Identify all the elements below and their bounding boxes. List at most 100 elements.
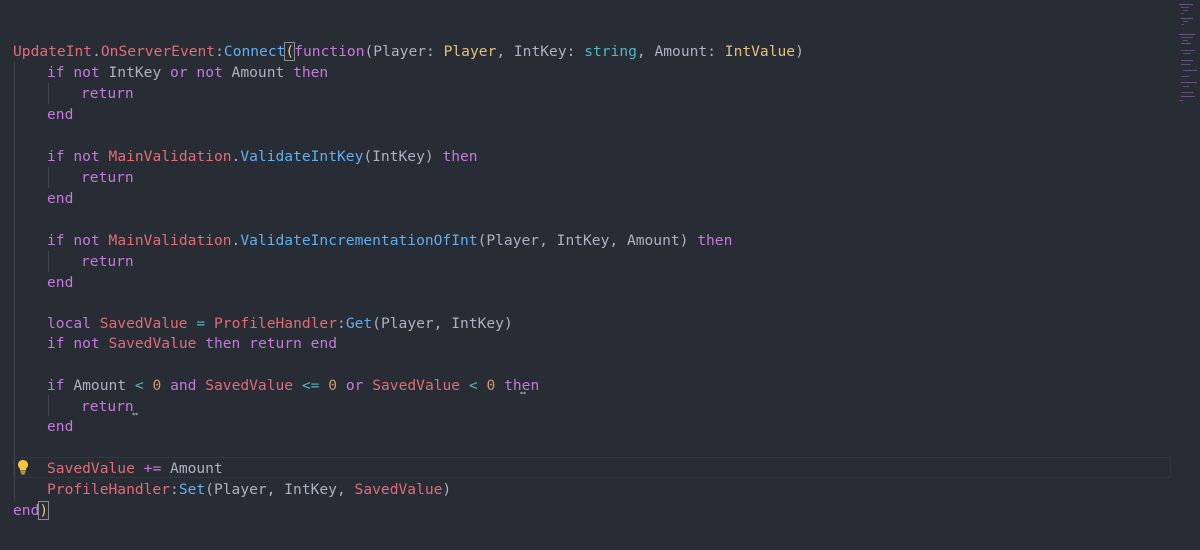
token-punct: ) [442,481,452,498]
token-operator: <= [301,377,320,394]
bracket-match: ) [38,501,50,520]
token-plain: (Player, IntKey, Amount) [477,232,698,249]
token-variable: MainValidation [108,232,232,249]
token-keyword: not [73,148,100,165]
indent-guide [48,83,49,104]
token-number: 0 [328,377,338,394]
code-line[interactable]: return [81,396,134,417]
token-punct: : [337,315,346,332]
token-keyword: end [47,190,74,207]
token-keyword: end [47,106,74,123]
token-builtin-type: string [584,43,637,60]
lint-hint-marker[interactable] [520,391,526,395]
minimap[interactable] [1176,0,1200,110]
token-operator: < [468,377,478,394]
token-function: Set [178,481,206,498]
token-function: ValidateIncrementationOfInt [240,232,478,249]
indent-guide [14,62,15,502]
code-line[interactable]: end) [13,500,50,521]
token-variable: UpdateInt [13,43,93,60]
token-keyword: not [73,335,100,352]
lint-hint-marker[interactable] [132,412,138,416]
code-line[interactable]: ProfileHandler:Set(Player, IntKey, Saved… [47,479,451,500]
token-plain: (Player, IntKey, [205,481,355,498]
code-line[interactable]: return [81,251,134,272]
code-line[interactable]: end [47,416,73,437]
token-keyword: function [294,43,365,60]
token-variable: OnServerEvent [100,43,216,60]
code-line[interactable]: if not MainValidation.ValidateIncrementa… [47,230,732,251]
token-number: 0 [152,377,162,394]
token-plain: , Amount: [636,43,725,60]
token-keyword: not [73,232,100,249]
token-plain: IntKey [99,64,171,81]
token-plain: , IntKey: [496,43,585,60]
token-plain: (Player: [364,43,444,60]
code-line[interactable]: end [47,188,73,209]
code-line[interactable]: UpdateInt.OnServerEvent:Connect(function… [13,41,804,62]
token-keyword: if [47,335,65,352]
token-keyword: return [81,169,134,186]
token-variable: MainValidation [108,148,232,165]
code-line[interactable]: end [47,272,73,293]
code-line[interactable]: if not SavedValue then return end [47,333,337,354]
code-line[interactable]: return [81,167,134,188]
token-plain: Amount [161,460,223,477]
indent-guide [48,167,49,188]
token-function: Connect [223,43,286,60]
code-line[interactable]: end [47,104,73,125]
indent-guide [48,251,49,272]
token-plain: (Player, IntKey) [372,315,513,332]
token-keyword: end [310,335,338,352]
code-line[interactable]: SavedValue += Amount [47,458,223,479]
token-variable: ProfileHandler [214,315,338,332]
token-variable: SavedValue [99,315,188,332]
token-variable: SavedValue [108,335,197,352]
code-line[interactable]: if not IntKey or not Amount then [47,62,328,83]
token-keyword: end [13,502,40,519]
token-variable: SavedValue [205,377,294,394]
token-keyword: then [293,64,329,81]
token-variable: SavedValue [354,481,443,498]
token-plain: (IntKey) [363,148,443,165]
token-type: Player [443,43,497,60]
token-keyword: then [697,232,733,249]
lightbulb-icon[interactable] [16,459,30,475]
code-line[interactable]: return [81,83,134,104]
token-keyword: return [81,85,134,102]
token-keyword: and [170,377,197,394]
token-plain: Amount [222,64,294,81]
token-number: 0 [486,377,496,394]
code-editor[interactable]: UpdateInt.OnServerEvent: Connect(function… [0,0,1200,550]
token-keyword: if [47,232,65,249]
bracket-match: ( [284,42,296,61]
token-function: Get [345,315,373,332]
token-variable: ProfileHandler [47,481,171,498]
code-line[interactable]: if not MainValidation.ValidateIntKey(Int… [47,146,478,167]
token-type: IntValue [724,43,796,60]
code-line[interactable]: local SavedValue = ProfileHandler:Get(Pl… [47,313,513,334]
token-variable: SavedValue [372,377,461,394]
token-keyword: end [47,418,74,435]
token-keyword: end [47,274,74,291]
token-keyword: or [170,64,188,81]
token-keyword: return [81,253,134,270]
token-keyword: or [345,377,364,394]
token-plain: Amount [64,377,135,394]
code-line[interactable]: if Amount < 0 and SavedValue <= 0 or Sav… [47,375,539,396]
token-punct: . [92,43,101,60]
